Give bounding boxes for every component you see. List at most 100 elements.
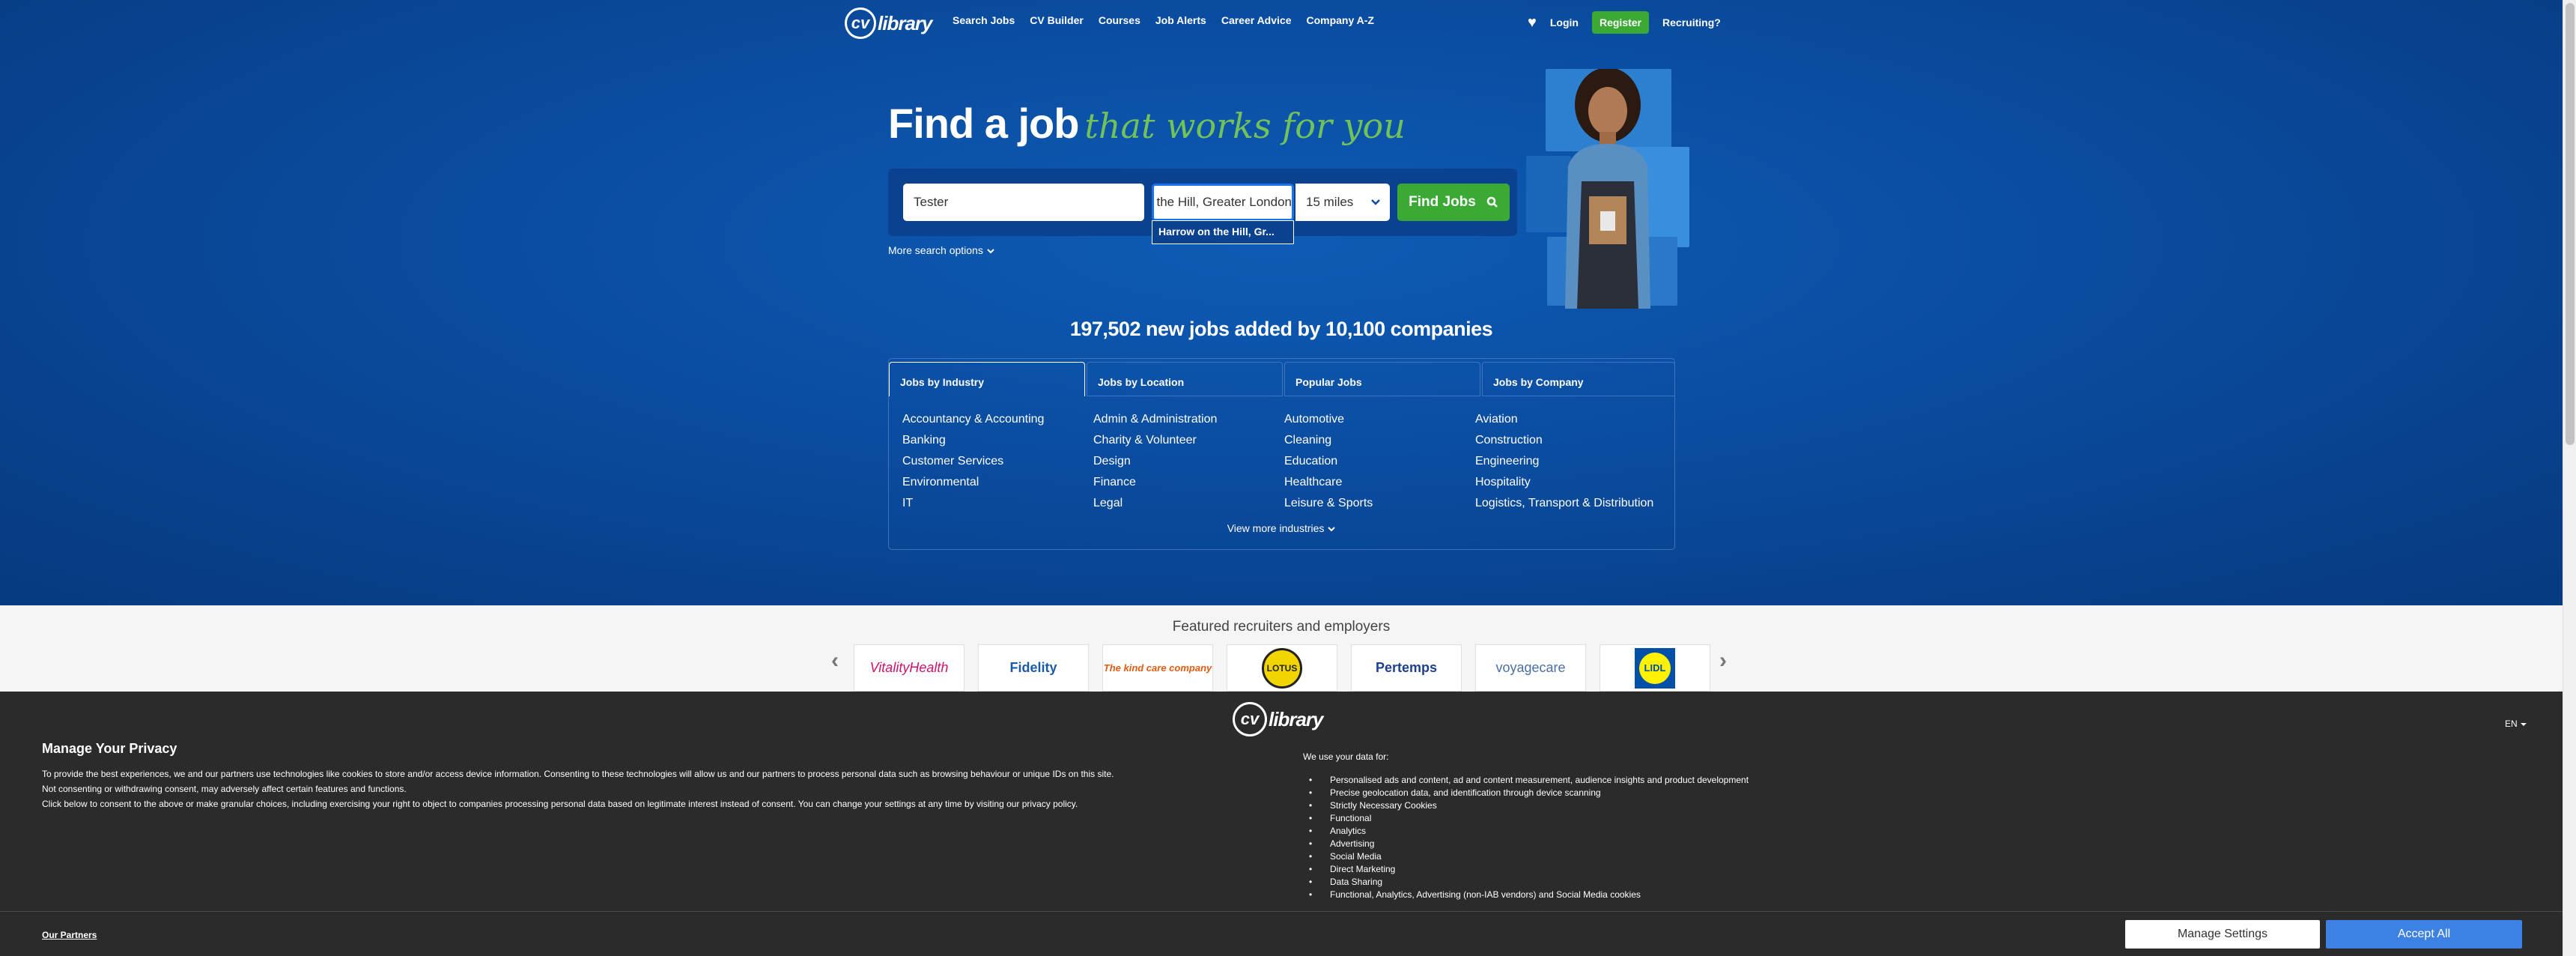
data-use-item: Functional bbox=[1309, 812, 1749, 825]
caret-down-icon bbox=[2521, 723, 2527, 726]
cookie-title: Manage Your Privacy bbox=[42, 741, 177, 756]
industry-link[interactable]: Aviation bbox=[1475, 413, 1666, 426]
language-select[interactable]: EN bbox=[2505, 718, 2527, 729]
industry-link[interactable]: Design bbox=[1093, 455, 1284, 468]
industry-link[interactable]: Cleaning bbox=[1284, 434, 1475, 447]
industry-link[interactable]: Environmental bbox=[902, 476, 1093, 488]
recruiter-logo-kind-care[interactable]: The kind care company bbox=[1102, 644, 1213, 692]
data-use-item: Social Media bbox=[1309, 850, 1749, 863]
cv-library-logo[interactable]: cv library bbox=[845, 7, 932, 39]
recruiter-logo-pertemps[interactable]: Pertemps bbox=[1351, 644, 1462, 692]
industry-link[interactable]: Leisure & Sports bbox=[1284, 497, 1475, 509]
view-more-industries[interactable]: View more industries bbox=[889, 522, 1674, 534]
nav-search-jobs[interactable]: Search Jobs bbox=[953, 14, 1015, 26]
featured-recruiters: Featured recruiters and employers ‹ Vita… bbox=[0, 605, 2563, 692]
our-partners-link[interactable]: Our Partners bbox=[42, 930, 97, 940]
recruiting-link[interactable]: Recruiting? bbox=[1662, 16, 1721, 28]
industry-columns: Accountancy & Accounting Banking Custome… bbox=[902, 413, 1666, 509]
industry-column: Aviation Construction Engineering Hospit… bbox=[1475, 413, 1666, 509]
nav-links: Search Jobs CV Builder Courses Job Alert… bbox=[953, 14, 1374, 26]
jobs-stats: 197,502 new jobs added by 10,100 compani… bbox=[1069, 318, 1493, 340]
location-suggestion[interactable]: Harrow on the Hill, Gr... bbox=[1152, 220, 1294, 244]
radius-value: 15 miles bbox=[1306, 195, 1354, 209]
recruiter-logo-lidl[interactable]: LIDL bbox=[1600, 644, 1710, 692]
keywords-input[interactable]: Tester bbox=[903, 184, 1144, 221]
chevron-down-icon bbox=[987, 249, 994, 254]
data-use-list: Personalised ads and content, ad and con… bbox=[1309, 774, 1749, 901]
language-value: EN bbox=[2505, 718, 2518, 729]
logo-mark: cv bbox=[1233, 702, 1267, 736]
industry-link[interactable]: IT bbox=[902, 497, 1093, 509]
register-button[interactable]: Register bbox=[1591, 11, 1650, 34]
login-link[interactable]: Login bbox=[1550, 16, 1579, 28]
accept-all-button[interactable]: Accept All bbox=[2326, 920, 2522, 949]
scrollbar-thumb[interactable] bbox=[2566, 3, 2575, 445]
industry-link[interactable]: Healthcare bbox=[1284, 476, 1475, 488]
data-use-item: Personalised ads and content, ad and con… bbox=[1309, 774, 1749, 787]
industry-link[interactable]: Customer Services bbox=[902, 455, 1093, 468]
tab-label: Jobs by Company bbox=[1493, 376, 1584, 388]
nav-company-a-z[interactable]: Company A-Z bbox=[1306, 14, 1373, 26]
tab-label: Jobs by Industry bbox=[900, 376, 985, 388]
recruiter-logo-voyagecare[interactable]: voyagecare bbox=[1475, 644, 1586, 692]
nav-cv-builder[interactable]: CV Builder bbox=[1030, 14, 1084, 26]
industry-column: Accountancy & Accounting Banking Custome… bbox=[902, 413, 1093, 509]
data-use-item: Direct Marketing bbox=[1309, 863, 1749, 876]
industry-link[interactable]: Education bbox=[1284, 455, 1475, 468]
chevron-right-icon[interactable]: › bbox=[1719, 648, 1727, 674]
industry-column: Automotive Cleaning Education Healthcare… bbox=[1284, 413, 1475, 509]
recruiter-logo-lotus[interactable]: LOTUS bbox=[1227, 644, 1337, 692]
nav-career-advice[interactable]: Career Advice bbox=[1221, 14, 1292, 26]
logo-text: library bbox=[1269, 707, 1323, 730]
tab-jobs-by-company[interactable]: Jobs by Company bbox=[1482, 362, 1675, 396]
tab-jobs-by-industry[interactable]: Jobs by Industry bbox=[889, 362, 1085, 396]
industry-link[interactable]: Accountancy & Accounting bbox=[902, 413, 1093, 426]
industry-link[interactable]: Construction bbox=[1475, 434, 1666, 447]
tab-jobs-by-location[interactable]: Jobs by Location bbox=[1087, 362, 1283, 396]
hero-headline: Find a job that works for you bbox=[888, 99, 1406, 148]
industry-link[interactable]: Logistics, Transport & Distribution bbox=[1475, 497, 1666, 509]
data-use-item: Precise geolocation data, and identifica… bbox=[1309, 787, 1749, 799]
location-input[interactable]: Harrow on the Hill, Greater London bbox=[1152, 184, 1294, 221]
search-icon bbox=[1486, 196, 1498, 208]
lidl-badge: LIDL bbox=[1635, 647, 1675, 689]
recruiter-logo-fidelity[interactable]: Fidelity bbox=[978, 644, 1089, 692]
data-use-item: Strictly Necessary Cookies bbox=[1309, 799, 1749, 812]
industry-link[interactable]: Engineering bbox=[1475, 455, 1666, 468]
browse-jobs-panel: Jobs by Industry Jobs by Location Popula… bbox=[888, 358, 1675, 550]
chevron-down-icon bbox=[1371, 199, 1380, 205]
nav-job-alerts[interactable]: Job Alerts bbox=[1155, 14, 1206, 26]
industry-link[interactable]: Banking bbox=[902, 434, 1093, 447]
logo-text: library bbox=[878, 11, 932, 34]
industry-link[interactable]: Hospitality bbox=[1475, 476, 1666, 488]
find-jobs-button[interactable]: Find Jobs bbox=[1397, 184, 1510, 221]
data-use-item: Functional, Analytics, Advertising (non-… bbox=[1309, 889, 1749, 901]
chevron-left-icon[interactable]: ‹ bbox=[831, 648, 839, 674]
page-scrollbar[interactable] bbox=[2563, 0, 2576, 956]
headline-accent: that works for you bbox=[1084, 106, 1406, 146]
data-use-item: Analytics bbox=[1309, 825, 1749, 838]
cookie-cv-library-logo: cv library bbox=[1233, 702, 1323, 736]
heart-icon[interactable]: ♥ bbox=[1528, 15, 1537, 30]
recruiter-logo-vitality[interactable]: VitalityHealth bbox=[854, 644, 965, 692]
more-options-label: More search options bbox=[888, 244, 983, 256]
location-value: Harrow on the Hill, Greater London bbox=[1154, 195, 1292, 209]
headline-main: Find a job bbox=[888, 100, 1079, 147]
nav-courses[interactable]: Courses bbox=[1099, 14, 1140, 26]
tab-popular-jobs[interactable]: Popular Jobs bbox=[1284, 362, 1480, 396]
industry-link[interactable]: Legal bbox=[1093, 497, 1284, 509]
cookie-paragraph: To provide the best experiences, we and … bbox=[42, 769, 1114, 779]
manage-settings-button[interactable]: Manage Settings bbox=[2125, 920, 2320, 949]
cookie-description: To provide the best experiences, we and … bbox=[42, 766, 1240, 811]
lotus-text: LOTUS bbox=[1266, 662, 1298, 674]
industry-link[interactable]: Automotive bbox=[1284, 413, 1475, 426]
radius-select[interactable]: 15 miles bbox=[1295, 184, 1390, 221]
nav-account: ♥ Login Register Recruiting? bbox=[1528, 11, 1721, 34]
data-use-title: We use your data for: bbox=[1303, 751, 1389, 762]
industry-link[interactable]: Charity & Volunteer bbox=[1093, 434, 1284, 447]
browse-tabs: Jobs by Industry Jobs by Location Popula… bbox=[889, 359, 1675, 396]
more-search-options[interactable]: More search options bbox=[888, 244, 995, 256]
industry-link[interactable]: Admin & Administration bbox=[1093, 413, 1284, 426]
divider bbox=[0, 911, 2563, 912]
industry-link[interactable]: Finance bbox=[1093, 476, 1284, 488]
